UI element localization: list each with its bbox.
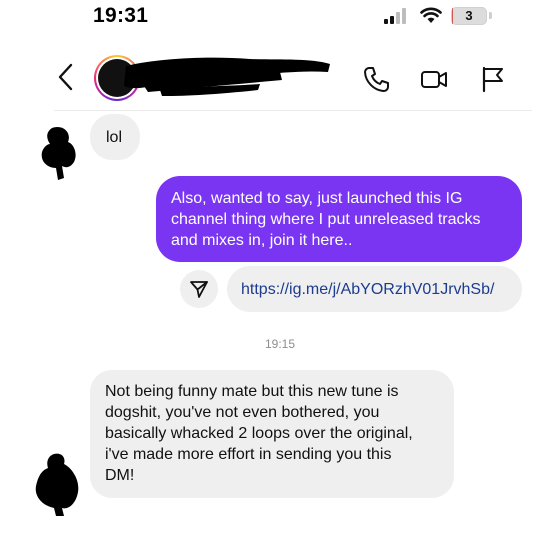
cellular-signal-icon xyxy=(384,8,406,24)
flag-icon[interactable] xyxy=(478,64,508,94)
header-divider xyxy=(54,110,532,111)
link-bubble[interactable]: https://ig.me/j/AbYORzhV01JrvhSb/ xyxy=(227,266,522,312)
battery-tip xyxy=(489,12,492,19)
wifi-icon xyxy=(420,7,442,23)
message-line: dogshit, you've not even bothered, you xyxy=(105,404,380,421)
chevron-left-icon[interactable] xyxy=(54,62,78,92)
message-bubble-outgoing[interactable]: Also, wanted to say, just launched this … xyxy=(156,176,522,262)
message-line: Also, wanted to say, just launched this … xyxy=(171,190,463,207)
sender-avatar-redacted xyxy=(35,453,79,516)
message-line: i've made more effort in sending you thi… xyxy=(105,446,392,463)
message-text: Also, wanted to say, just launched this … xyxy=(171,188,481,251)
message-timestamp: 19:15 xyxy=(264,337,296,351)
message-line: basically whacked 2 loops over the origi… xyxy=(105,425,413,442)
share-button[interactable] xyxy=(180,270,218,308)
message-line: and mixes in, join it here.. xyxy=(171,232,353,249)
message-bubble-incoming[interactable]: lol xyxy=(90,114,140,160)
battery-icon: 3 xyxy=(451,7,487,25)
message-bubble-incoming[interactable]: Not being funny mate but this new tune i… xyxy=(90,370,454,498)
chat-header xyxy=(0,40,560,112)
status-time: 19:31 xyxy=(93,4,149,27)
message-text: Not being funny mate but this new tune i… xyxy=(105,381,413,486)
contact-name-redaction[interactable] xyxy=(120,50,334,102)
message-line: Not being funny mate but this new tune i… xyxy=(105,383,399,400)
battery-level: 3 xyxy=(465,8,473,23)
video-camera-icon[interactable] xyxy=(419,64,449,94)
message-text: lol xyxy=(106,129,123,146)
status-bar: 19:31 3 xyxy=(0,0,560,34)
paper-plane-icon xyxy=(190,281,208,298)
phone-icon[interactable] xyxy=(361,64,391,94)
message-line: DM! xyxy=(105,467,135,484)
message-line: channel thing where I put unreleased tra… xyxy=(171,211,481,228)
sender-avatar-redacted xyxy=(41,126,76,180)
message-link[interactable]: https://ig.me/j/AbYORzhV01JrvhSb/ xyxy=(241,279,494,300)
